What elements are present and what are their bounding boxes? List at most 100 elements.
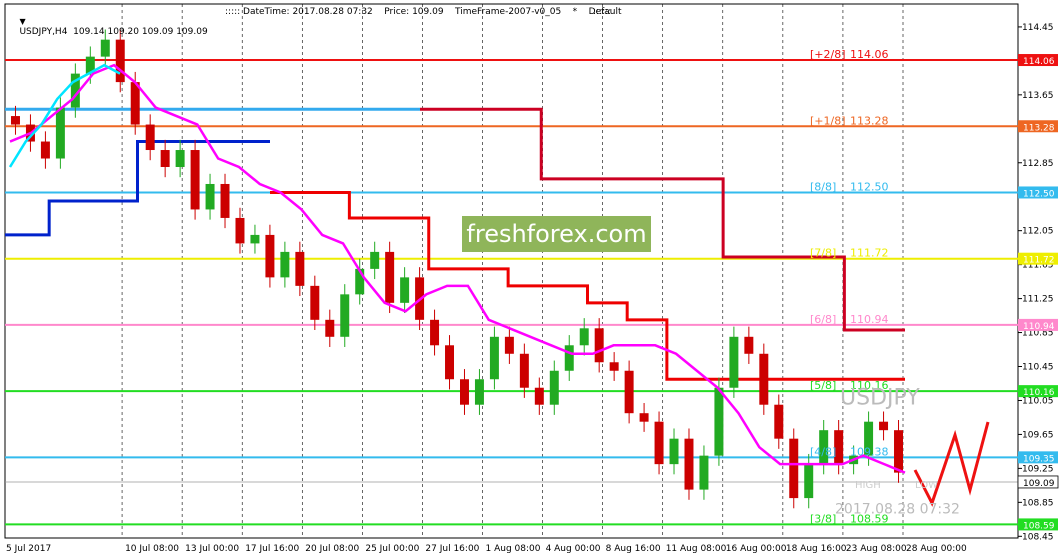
x-tick-label: 27 Jul 16:00 bbox=[425, 544, 479, 554]
y-tick-label: 112.05 bbox=[1022, 227, 1054, 237]
candle-body bbox=[879, 421, 889, 431]
symbol-overlay: USDJPY bbox=[840, 386, 920, 411]
x-tick-label: 17 Jul 16:00 bbox=[245, 544, 299, 554]
murrey-level-label: [4/8] bbox=[810, 445, 836, 458]
x-tick-label: 13 Jul 00:00 bbox=[185, 544, 239, 554]
y-tick-label: 108.45 bbox=[1022, 532, 1054, 542]
candle-body bbox=[744, 336, 754, 354]
murrey-level-value: 111.72 bbox=[850, 247, 889, 260]
candle-body bbox=[145, 124, 155, 151]
candle-body bbox=[190, 150, 200, 210]
y-tick-label: 111.25 bbox=[1022, 295, 1054, 305]
x-tick-label: 5 Jul 2017 bbox=[6, 544, 51, 554]
murrey-level-value: 113.28 bbox=[850, 114, 889, 127]
x-tick-label: 1 Aug 08:00 bbox=[486, 544, 541, 554]
murrey-level-label: [+2/8] bbox=[810, 48, 846, 61]
axis-price-text: 110.94 bbox=[1023, 322, 1055, 332]
candle-body bbox=[729, 336, 739, 388]
cyan-ma-line bbox=[8, 63, 121, 168]
datetime-overlay: 2017.08.28 07:32 bbox=[835, 501, 960, 517]
candle-body bbox=[370, 251, 380, 269]
candle-body bbox=[474, 379, 484, 405]
axis-price-text: 109.35 bbox=[1023, 454, 1055, 464]
candle-body bbox=[789, 438, 799, 499]
current-price-text: 109.09 bbox=[1023, 479, 1055, 489]
x-tick-label: 23 Aug 08:00 bbox=[846, 544, 907, 554]
candle-body bbox=[654, 421, 664, 465]
y-tick-label: 108.85 bbox=[1022, 498, 1054, 508]
candle-body bbox=[160, 150, 170, 168]
candle-body bbox=[295, 251, 305, 286]
murrey-level-value: 109.38 bbox=[850, 445, 889, 458]
candle-body bbox=[564, 345, 574, 371]
y-tick-label: 110.45 bbox=[1022, 363, 1054, 373]
candle-body bbox=[714, 387, 724, 456]
candle-body bbox=[684, 438, 694, 490]
candle-body bbox=[40, 141, 50, 159]
candle-body bbox=[10, 116, 20, 125]
candle-body bbox=[220, 183, 230, 218]
axis-price-text: 112.50 bbox=[1023, 189, 1055, 199]
candle-body bbox=[130, 82, 140, 125]
candle-body bbox=[445, 345, 455, 380]
x-tick-label: 20 Jul 08:00 bbox=[305, 544, 359, 554]
y-tick-label: 114.45 bbox=[1022, 23, 1054, 33]
candle-body bbox=[265, 234, 275, 278]
axis-price-text: 114.06 bbox=[1023, 57, 1055, 67]
murrey-level-value: 112.50 bbox=[850, 180, 889, 193]
dropdown-triangle-icon[interactable]: ▼ bbox=[19, 17, 25, 26]
candle-body bbox=[400, 277, 410, 303]
candle-body bbox=[459, 379, 469, 405]
murrey-level-label: [3/8] bbox=[810, 512, 836, 525]
murrey-level-label: [8/8] bbox=[810, 180, 836, 193]
candle-body bbox=[759, 353, 769, 405]
watermark-logo: freshforex.com bbox=[462, 216, 651, 252]
candle-body bbox=[325, 319, 335, 337]
candle-body bbox=[669, 438, 679, 465]
murrey-level-label: [6/8] bbox=[810, 313, 836, 326]
axis-price-text: 111.72 bbox=[1023, 256, 1055, 266]
candle-body bbox=[609, 362, 619, 371]
symbol-header: ▼ USDJPY,H4 109.14 109.20 109.09 109.09 bbox=[8, 7, 207, 47]
candle-body bbox=[504, 336, 514, 354]
axis-price-text: 113.28 bbox=[1023, 123, 1055, 133]
candle-body bbox=[175, 150, 185, 168]
candle-body bbox=[774, 404, 784, 439]
murrey-level-label: [5/8] bbox=[810, 379, 836, 392]
candle-body bbox=[534, 387, 544, 405]
x-tick-label: 25 Jul 00:00 bbox=[365, 544, 419, 554]
x-tick-label: 18 Aug 16:00 bbox=[786, 544, 847, 554]
axis-price-text: 108.59 bbox=[1023, 521, 1055, 531]
candle-body bbox=[340, 294, 350, 337]
y-tick-label: 113.65 bbox=[1022, 91, 1054, 101]
candle-body bbox=[250, 234, 260, 244]
candle-body bbox=[579, 328, 589, 346]
info-line: ::::: DateTime: 2017.08.28 07:32 Price: … bbox=[225, 7, 622, 17]
high-label: HIGH bbox=[855, 480, 881, 491]
candle-body bbox=[55, 107, 65, 159]
candle-body bbox=[594, 328, 604, 363]
y-tick-label: 109.25 bbox=[1022, 464, 1054, 474]
chart-area: [+2/8] 114.06 [+1/8] 113.28 [8/8] 112.50 [7/8]… bbox=[0, 0, 1059, 560]
x-tick-label: 4 Aug 00:00 bbox=[546, 544, 601, 554]
candle-body bbox=[549, 370, 559, 405]
x-tick-label: 10 Jul 08:00 bbox=[125, 544, 179, 554]
murrey-level-value: 110.94 bbox=[850, 313, 889, 326]
candle-body bbox=[519, 353, 529, 388]
candle-body bbox=[205, 183, 215, 210]
candle-body bbox=[894, 430, 904, 473]
murrey-level-label: [+1/8] bbox=[810, 114, 846, 127]
murrey-level-label: [7/8] bbox=[810, 247, 836, 260]
candle-body bbox=[235, 217, 245, 244]
candle-body bbox=[624, 370, 634, 414]
x-tick-label: 16 Aug 00:00 bbox=[726, 544, 787, 554]
murrey-level-value: 114.06 bbox=[850, 48, 889, 61]
candle-body bbox=[385, 251, 395, 303]
info-dots: :::::: bbox=[593, 7, 612, 17]
low-label: LOW bbox=[915, 480, 938, 491]
y-tick-label: 109.65 bbox=[1022, 430, 1054, 440]
x-tick-label: 8 Aug 16:00 bbox=[606, 544, 661, 554]
candle-body bbox=[310, 285, 320, 320]
candle-body bbox=[280, 251, 290, 278]
candle-body bbox=[699, 455, 709, 490]
